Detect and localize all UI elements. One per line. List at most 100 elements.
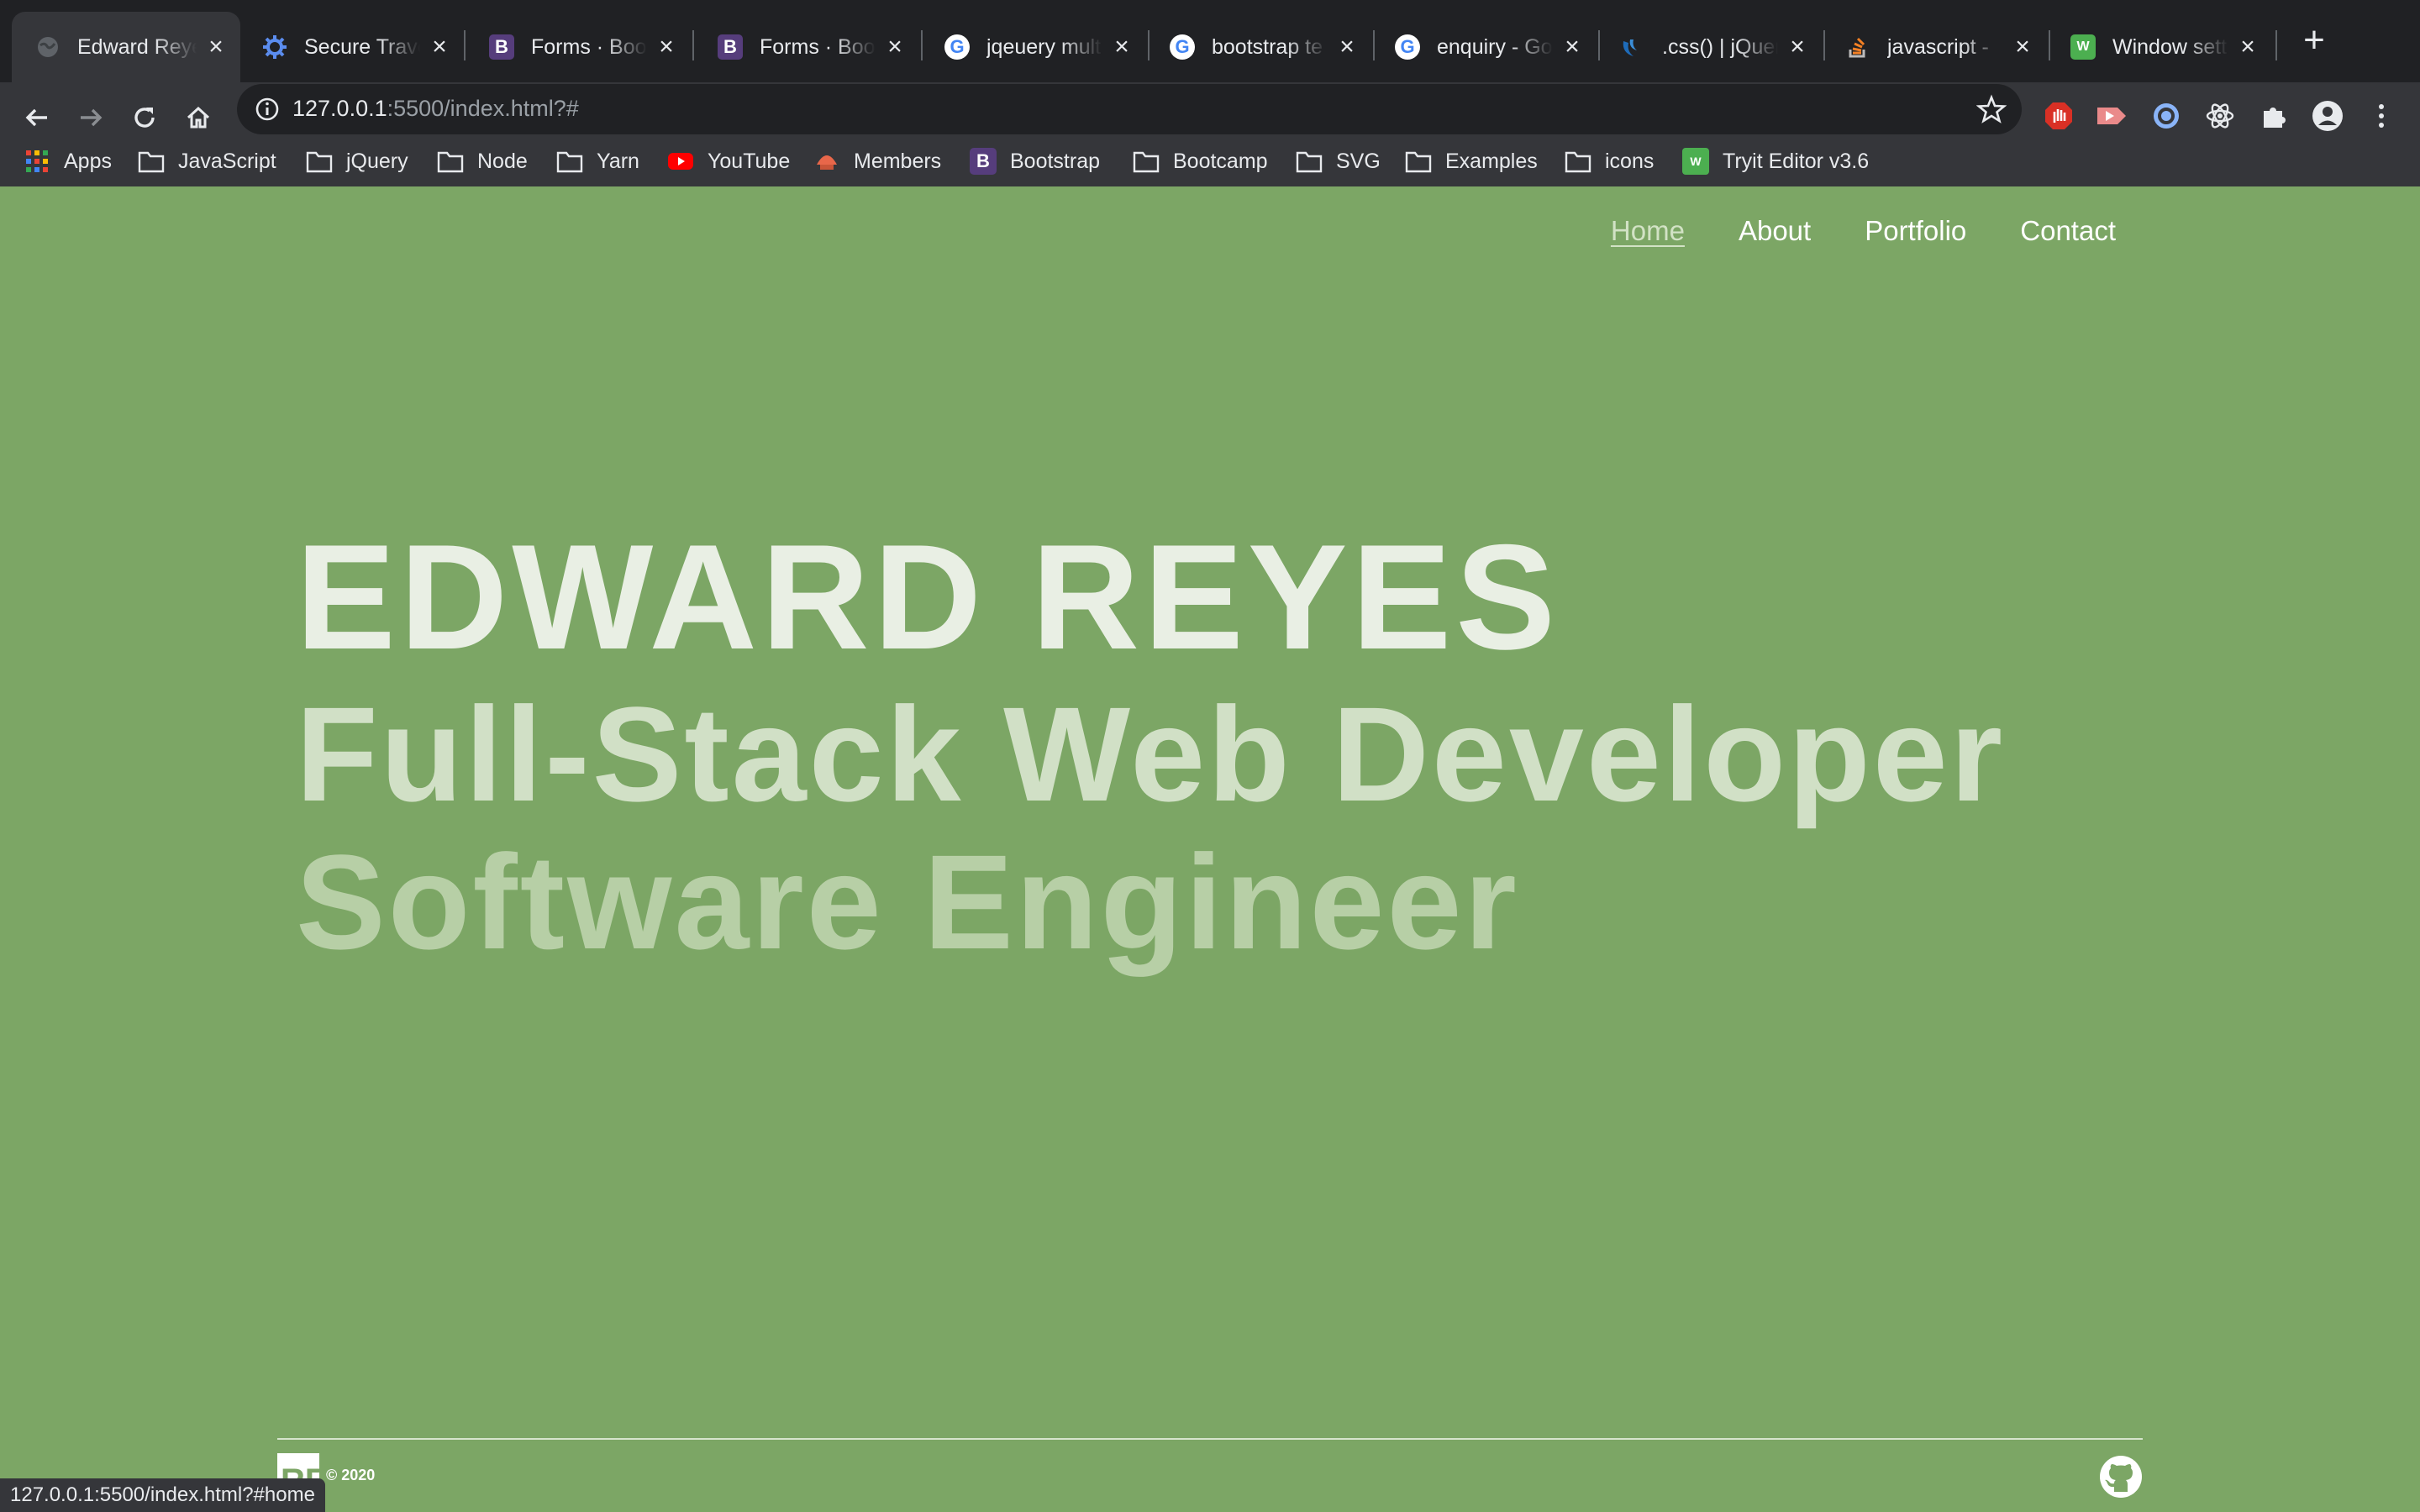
home-icon[interactable] bbox=[178, 97, 218, 138]
forward-icon[interactable] bbox=[71, 97, 111, 138]
bookmark-label: YouTube bbox=[708, 149, 791, 173]
bookmark-label: Node bbox=[477, 149, 528, 173]
tab-title: jqeuery multi bbox=[986, 34, 1102, 60]
close-tab-icon[interactable]: × bbox=[1109, 33, 1134, 60]
gear-blue-icon bbox=[262, 34, 287, 60]
bookmark-jquery[interactable]: jQuery bbox=[306, 144, 408, 178]
close-tab-icon[interactable]: × bbox=[1560, 33, 1585, 60]
bookmark-label: Yarn bbox=[597, 149, 639, 173]
apps-grid-icon bbox=[24, 148, 50, 175]
tab-title: Secure Travel bbox=[304, 34, 420, 60]
tab-title: Edward Reyes bbox=[77, 34, 197, 60]
back-icon[interactable] bbox=[17, 97, 57, 138]
info-icon[interactable] bbox=[254, 96, 281, 123]
bookmark-label: Examples bbox=[1445, 149, 1538, 173]
tab-title: Forms · Bootstrap bbox=[531, 34, 647, 60]
react-devtools-icon[interactable] bbox=[2202, 97, 2238, 134]
folder-icon bbox=[556, 148, 583, 175]
bookmark-youtube[interactable]: YouTube bbox=[667, 144, 790, 178]
address-bar[interactable]: 127.0.0.1:5500/index.html?# bbox=[237, 84, 2022, 134]
hero-role-engineer: Software Engineer bbox=[296, 827, 1519, 977]
tab-title: Window sett bbox=[2112, 34, 2228, 60]
video-extension-icon[interactable] bbox=[2092, 97, 2129, 134]
close-tab-icon[interactable]: × bbox=[2010, 33, 2035, 60]
new-tab-button[interactable]: + bbox=[2296, 22, 2333, 60]
youtube-icon bbox=[667, 148, 694, 175]
tab-title: Forms · Bootstrap bbox=[760, 34, 876, 60]
bookmark-icons[interactable]: icons bbox=[1565, 144, 1654, 178]
close-tab-icon[interactable]: × bbox=[427, 33, 452, 60]
folder-icon bbox=[306, 148, 333, 175]
bookmark-label: SVG bbox=[1336, 149, 1381, 173]
tab-title: bootstrap te bbox=[1212, 34, 1328, 60]
hero-section: EDWARD REYES Full-Stack Web Developer So… bbox=[296, 522, 2005, 969]
bootstrap-icon: B bbox=[970, 148, 997, 175]
tab-secure-travel[interactable]: Secure Travel × bbox=[239, 12, 464, 82]
members-icon bbox=[813, 148, 840, 175]
footer-copyright: © 2020 bbox=[326, 1467, 376, 1483]
bookmark-yarn[interactable]: Yarn bbox=[556, 144, 639, 178]
tab-enquiry[interactable]: G enquiry - Go × bbox=[1371, 12, 1597, 82]
nav-contact-link[interactable]: Contact bbox=[2020, 215, 2116, 247]
bookmark-svg[interactable]: SVG bbox=[1296, 144, 1381, 178]
google-icon: G bbox=[1395, 34, 1420, 60]
bookmark-node[interactable]: Node bbox=[437, 144, 528, 178]
footer-divider bbox=[277, 1438, 2143, 1440]
hero-name: EDWARD REYES bbox=[296, 513, 1560, 680]
bootstrap-icon: B bbox=[718, 34, 743, 60]
tab-title: enquiry - Go bbox=[1437, 34, 1553, 60]
nav-portfolio-link[interactable]: Portfolio bbox=[1865, 215, 1966, 247]
tab-title: javascript - bbox=[1887, 34, 2003, 60]
nav-about-link[interactable]: About bbox=[1739, 215, 1811, 247]
bookmark-javascript[interactable]: JavaScript bbox=[138, 144, 276, 178]
status-bar-url: 127.0.0.1:5500/index.html?#home bbox=[0, 1478, 325, 1512]
bookmark-label: Tryit Editor v3.6 bbox=[1723, 149, 1870, 173]
menu-kebab-icon[interactable] bbox=[2363, 97, 2400, 134]
bookmark-star-icon[interactable] bbox=[1975, 94, 2007, 124]
hero-role-fullstack: Full-Stack Web Developer bbox=[296, 679, 2006, 829]
bookmark-examples[interactable]: Examples bbox=[1405, 144, 1538, 178]
browser-tab-strip: Edward Reyes × Secure Travel × B Forms ·… bbox=[0, 0, 2420, 82]
jquery-icon bbox=[1620, 34, 1645, 60]
url-text: 127.0.0.1:5500/index.html?# bbox=[292, 96, 579, 121]
tab-javascript-so[interactable]: javascript - × bbox=[1822, 12, 2047, 82]
bookmark-label: Bootcamp bbox=[1173, 149, 1268, 173]
bookmark-bootstrap[interactable]: B Bootstrap bbox=[970, 144, 1100, 178]
tab-window-sett[interactable]: W Window sett × bbox=[2047, 12, 2272, 82]
folder-icon bbox=[437, 148, 464, 175]
tab-edward-reyes[interactable]: Edward Reyes × bbox=[12, 12, 240, 82]
bootstrap-icon: B bbox=[489, 34, 514, 60]
bookmark-label: jQuery bbox=[346, 149, 408, 173]
close-tab-icon[interactable]: × bbox=[1334, 33, 1360, 60]
bookmark-members[interactable]: Members bbox=[813, 144, 941, 178]
bookmark-apps[interactable]: Apps bbox=[24, 144, 112, 178]
bookmark-tryit-editor[interactable]: W Tryit Editor v3.6 bbox=[1682, 144, 1869, 178]
folder-icon bbox=[1405, 148, 1432, 175]
stop-hand-extension-icon[interactable] bbox=[2040, 97, 2077, 134]
tab-forms-bootstrap-2[interactable]: B Forms · Bootstrap × bbox=[694, 12, 919, 82]
folder-icon bbox=[1296, 148, 1323, 175]
close-tab-icon[interactable]: × bbox=[203, 33, 229, 60]
close-tab-icon[interactable]: × bbox=[2235, 33, 2260, 60]
close-tab-icon[interactable]: × bbox=[1785, 33, 1810, 60]
bookmark-label: Apps bbox=[64, 149, 112, 173]
bookmark-bootcamp[interactable]: Bootcamp bbox=[1133, 144, 1268, 178]
bookmark-label: Bootstrap bbox=[1010, 149, 1101, 173]
nav-home-link[interactable]: Home bbox=[1611, 215, 1685, 247]
reload-icon[interactable] bbox=[124, 97, 165, 138]
folder-icon bbox=[138, 148, 165, 175]
tab-css-jquery[interactable]: .css() | jQuery × bbox=[1597, 12, 1822, 82]
github-icon[interactable] bbox=[2099, 1455, 2143, 1499]
puzzle-extensions-icon[interactable] bbox=[2255, 97, 2292, 134]
ring-extension-icon[interactable] bbox=[2148, 97, 2185, 134]
google-icon: G bbox=[1170, 34, 1195, 60]
tryit-icon: W bbox=[1682, 148, 1709, 175]
tab-forms-bootstrap-1[interactable]: B Forms · Bootstrap × bbox=[466, 12, 691, 82]
close-tab-icon[interactable]: × bbox=[654, 33, 679, 60]
tab-bootstrap-te[interactable]: G bootstrap te × bbox=[1146, 12, 1371, 82]
tab-jquery-multi[interactable]: G jqeuery multi × bbox=[921, 12, 1146, 82]
close-tab-icon[interactable]: × bbox=[882, 33, 908, 60]
folder-icon bbox=[1133, 148, 1160, 175]
page-viewport: Home About Portfolio Contact EDWARD REYE… bbox=[0, 186, 2420, 1512]
profile-avatar-icon[interactable] bbox=[2309, 97, 2346, 134]
